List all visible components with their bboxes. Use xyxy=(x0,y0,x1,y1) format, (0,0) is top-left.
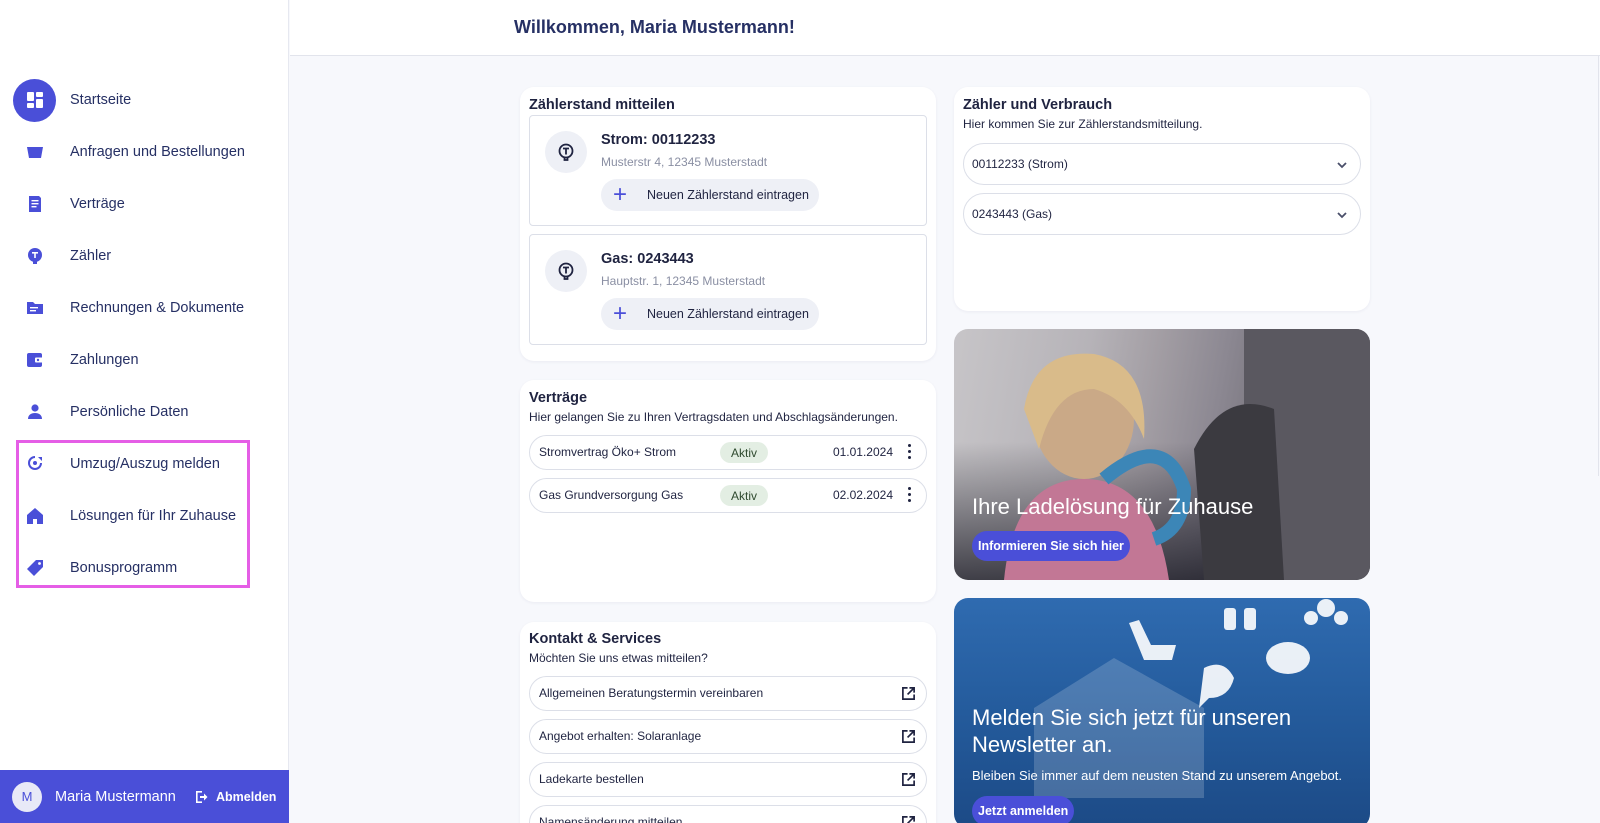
meter-icon xyxy=(545,250,587,292)
service-link-row[interactable]: Namensänderung mitteilen xyxy=(529,805,927,823)
highlight-box xyxy=(16,440,250,588)
sidebar-item-persoenliche-daten[interactable]: Persönliche Daten xyxy=(0,386,289,438)
plus-icon: + xyxy=(613,181,628,208)
card-title: Verträge xyxy=(529,390,588,406)
user-name: Maria Mustermann xyxy=(55,788,176,805)
add-meter-reading-button[interactable]: + Neuen Zählerstand eintragen xyxy=(601,298,819,330)
sidebar-item-label: Rechnungen & Dokumente xyxy=(70,300,245,316)
more-options-icon[interactable] xyxy=(908,487,912,503)
meter-icon xyxy=(545,131,587,173)
logout-label: Abmelden xyxy=(216,789,277,804)
service-label: Allgemeinen Beratungstermin vereinbaren xyxy=(539,686,764,700)
charging-promo-banner[interactable]: Ihre Ladelösung für Zuhause Informieren … xyxy=(954,329,1370,580)
promo-title: Ihre Ladelösung für Zuhause xyxy=(972,494,1254,519)
sidebar-item-label: Verträge xyxy=(70,196,125,212)
external-link-icon xyxy=(902,730,915,743)
service-label: Ladekarte bestellen xyxy=(539,772,644,786)
consumption-card: Zähler und Verbrauch Hier kommen Sie zur… xyxy=(954,87,1370,311)
status-badge: Aktiv xyxy=(720,442,768,463)
avatar[interactable]: M xyxy=(12,781,42,812)
sidebar-item-label: Anfragen und Bestellungen xyxy=(70,144,245,160)
meter-reading-card: Zählerstand mitteilen Strom: 00112233 Mu… xyxy=(520,87,936,361)
service-label: Angebot erhalten: Solaranlage xyxy=(539,729,702,743)
dashboard-icon xyxy=(13,78,56,122)
sidebar-item-vertraege[interactable]: Verträge xyxy=(0,178,289,230)
meter-title: Gas: 0243443 xyxy=(601,251,694,267)
contract-row[interactable]: Gas Grundversorgung Gas Aktiv 02.02.2024 xyxy=(529,478,927,513)
contract-name: Gas Grundversorgung Gas xyxy=(539,488,684,502)
sidebar-item-label: Zahlungen xyxy=(70,352,139,368)
chevron-down-icon xyxy=(1337,212,1347,219)
button-label: Neuen Zählerstand eintragen xyxy=(647,188,809,202)
scrollbar[interactable] xyxy=(1598,56,1599,476)
sidebar-item-anfragen[interactable]: Anfragen und Bestellungen xyxy=(0,126,289,178)
contract-row[interactable]: Stromvertrag Öko+ Strom Aktiv 01.01.2024 xyxy=(529,435,927,470)
basket-icon xyxy=(13,131,56,174)
meter-icon xyxy=(13,235,56,278)
sidebar-item-label: Zähler xyxy=(70,248,112,264)
meter-address: Musterstr 4, 12345 Musterstadt xyxy=(601,155,768,169)
contract-icon xyxy=(13,183,56,226)
meter-select-strom[interactable]: 00112233 (Strom) xyxy=(963,143,1361,185)
contract-date: 02.02.2024 xyxy=(832,488,893,502)
logout-button[interactable]: Abmelden xyxy=(194,789,276,805)
wallet-icon xyxy=(13,339,56,382)
meter-title: Strom: 00112233 xyxy=(601,132,716,148)
select-value: 0243443 (Gas) xyxy=(972,207,1053,221)
sidebar-item-label: Startseite xyxy=(70,92,132,108)
external-link-icon xyxy=(902,816,915,823)
sidebar-item-rechnungen[interactable]: Rechnungen & Dokumente xyxy=(0,282,289,334)
page-title: Willkommen, Maria Mustermann! xyxy=(514,17,795,37)
folder-icon xyxy=(13,287,56,330)
subscribe-button[interactable]: Jetzt anmelden xyxy=(972,796,1075,823)
contract-date: 01.01.2024 xyxy=(832,445,893,459)
more-options-icon[interactable] xyxy=(908,444,912,460)
promo-title: Melden Sie sich jetzt für unseren Newsle… xyxy=(972,705,1292,757)
add-meter-reading-button[interactable]: + Neuen Zählerstand eintragen xyxy=(601,179,819,211)
external-link-icon xyxy=(902,773,915,786)
status-badge: Aktiv xyxy=(720,485,768,506)
info-button[interactable]: Informieren Sie sich hier xyxy=(972,531,1130,561)
meter-box-gas: Gas: 0243443 Hauptstr. 1, 12345 Musterst… xyxy=(529,234,927,345)
button-label: Neuen Zählerstand eintragen xyxy=(647,307,809,321)
card-title: Zähler und Verbrauch xyxy=(963,97,1113,113)
sidebar: Startseite Anfragen und Bestellungen Ver… xyxy=(0,0,289,823)
contract-name: Stromvertrag Öko+ Strom xyxy=(539,445,677,459)
logout-icon xyxy=(196,790,208,803)
service-link-row[interactable]: Allgemeinen Beratungstermin vereinbaren xyxy=(529,676,927,711)
header: Willkommen, Maria Mustermann! xyxy=(290,0,1600,56)
external-link-icon xyxy=(902,687,915,700)
meter-box-strom: Strom: 00112233 Musterstr 4, 12345 Muste… xyxy=(529,115,927,226)
promo-subtitle: Bleiben Sie immer auf dem neusten Stand … xyxy=(972,768,1342,783)
plus-icon: + xyxy=(613,300,628,327)
card-subtitle: Hier gelangen Sie zu Ihren Vertragsdaten… xyxy=(529,410,898,424)
card-title: Zählerstand mitteilen xyxy=(529,97,675,113)
service-link-row[interactable]: Angebot erhalten: Solaranlage xyxy=(529,719,927,754)
sidebar-item-zahlungen[interactable]: Zahlungen xyxy=(0,334,289,386)
newsletter-promo-banner[interactable]: Melden Sie sich jetzt für unseren Newsle… xyxy=(954,598,1370,823)
sidebar-item-label: Persönliche Daten xyxy=(70,404,189,420)
services-card: Kontakt & Services Möchten Sie uns etwas… xyxy=(520,622,936,823)
chevron-down-icon xyxy=(1337,162,1347,169)
contracts-card: Verträge Hier gelangen Sie zu Ihren Vert… xyxy=(520,380,936,602)
sidebar-item-startseite[interactable]: Startseite xyxy=(0,74,289,126)
card-subtitle: Möchten Sie uns etwas mitteilen? xyxy=(529,651,708,665)
meter-address: Hauptstr. 1, 12345 Musterstadt xyxy=(601,274,766,288)
service-label: Namensänderung mitteilen xyxy=(539,815,683,823)
card-subtitle: Hier kommen Sie zur Zählerstandsmitteilu… xyxy=(963,117,1203,131)
sidebar-item-zaehler[interactable]: Zähler xyxy=(0,230,289,282)
service-link-row[interactable]: Ladekarte bestellen xyxy=(529,762,927,797)
person-icon xyxy=(13,391,56,434)
user-bar: M Maria Mustermann Abmelden xyxy=(0,770,289,823)
meter-select-gas[interactable]: 0243443 (Gas) xyxy=(963,193,1361,235)
card-title: Kontakt & Services xyxy=(529,631,662,647)
select-value: 00112233 (Strom) xyxy=(972,157,1068,171)
